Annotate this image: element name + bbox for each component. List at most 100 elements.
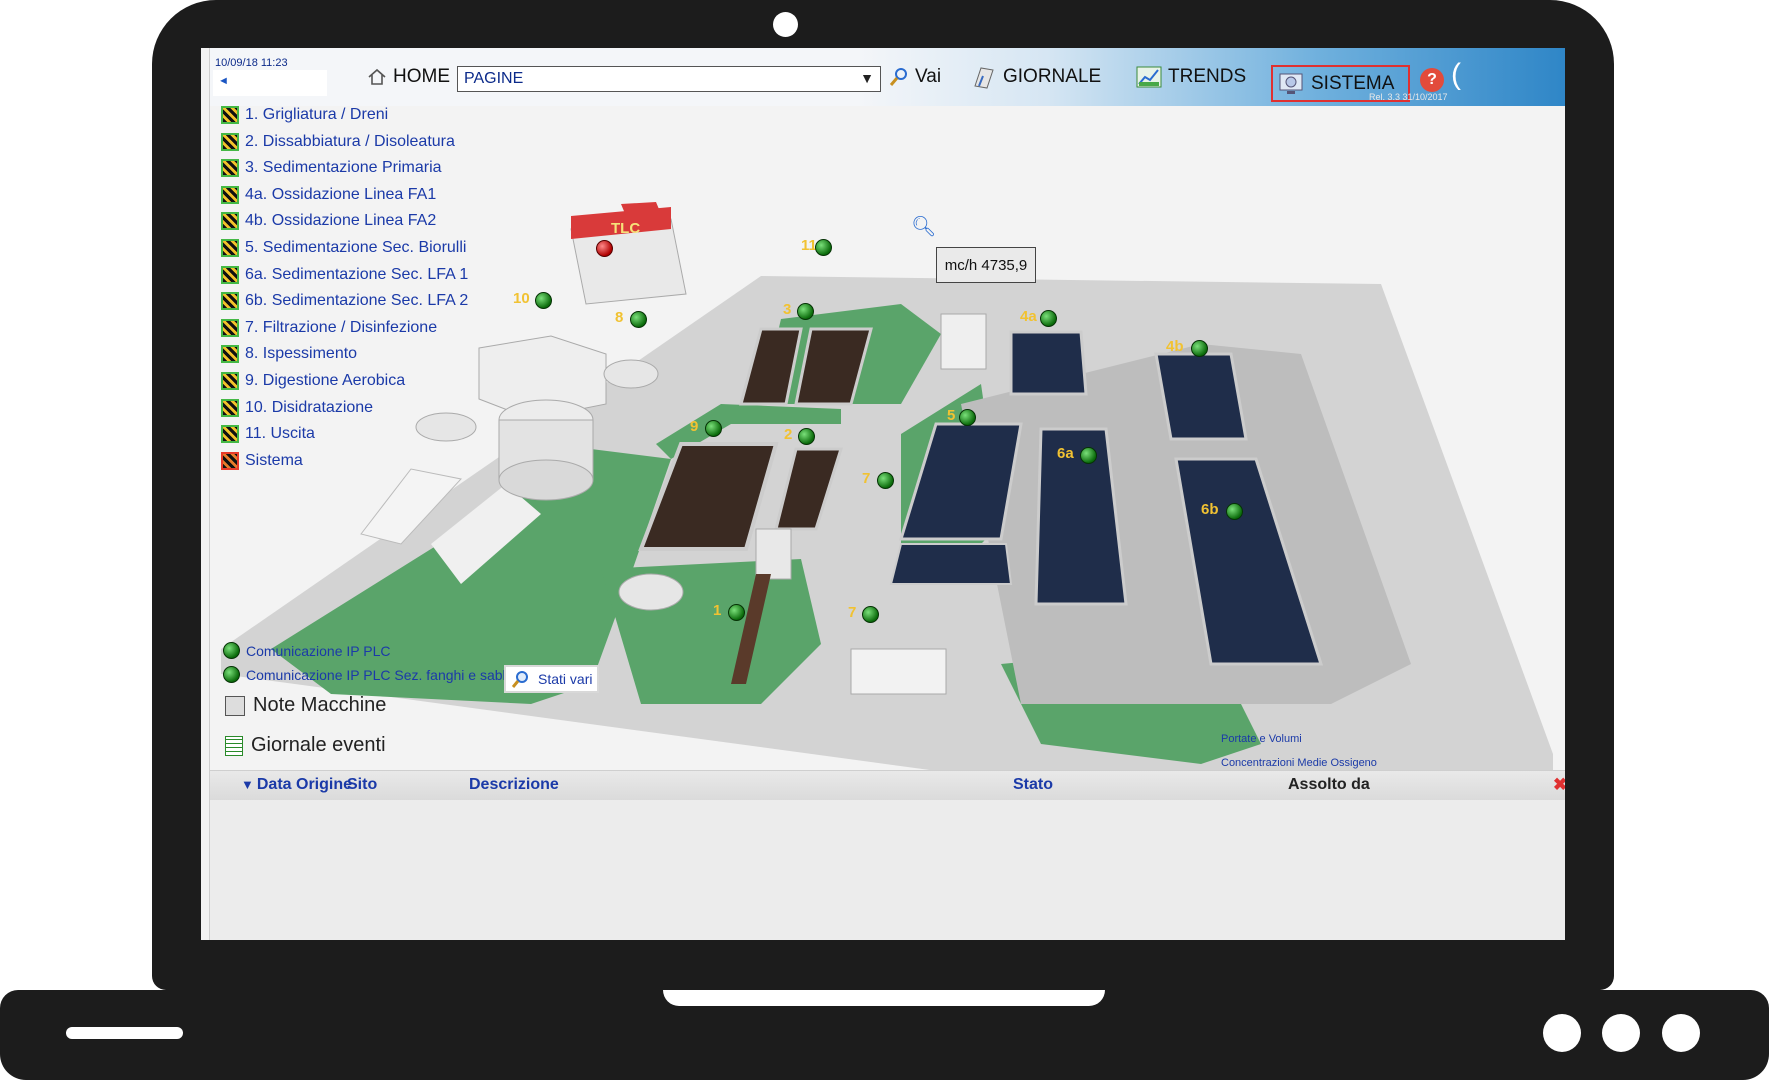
building bbox=[940, 313, 987, 370]
legend-plc-label: Comunicazione IP PLC bbox=[246, 642, 391, 659]
events-table-body bbox=[201, 800, 1565, 940]
magnifier-icon[interactable]: 🔍︎ bbox=[911, 214, 936, 239]
status-dot bbox=[797, 303, 814, 320]
status-hazard-icon bbox=[221, 159, 239, 178]
column-header-assolto-da[interactable]: Assolto da bbox=[1288, 776, 1370, 794]
status-dot bbox=[1040, 310, 1057, 327]
status-hazard-icon bbox=[221, 185, 239, 204]
event-log-icon bbox=[225, 735, 243, 756]
column-header-descrizione[interactable]: Descrizione bbox=[469, 776, 559, 794]
menu-item[interactable]: 9. Digestione Aerobica bbox=[221, 370, 405, 392]
close-icon[interactable]: ✖ bbox=[1553, 775, 1565, 795]
flow-readout: mc/h 4735,9 bbox=[936, 247, 1036, 283]
status-dot bbox=[877, 472, 894, 489]
menu-item[interactable]: 6b. Sedimentazione Sec. LFA 2 bbox=[221, 290, 468, 312]
menu-item[interactable]: 2. Dissabbiatura / Disoleatura bbox=[221, 131, 455, 153]
station-marker-label[interactable]: 5 bbox=[947, 407, 955, 424]
status-hazard-icon bbox=[221, 398, 239, 417]
giornale-button[interactable]: GIORNALE bbox=[971, 48, 1101, 106]
note-macchine-link[interactable]: Note Macchine bbox=[225, 694, 386, 717]
status-hazard-icon bbox=[221, 372, 239, 390]
back-arrow-icon: ◄ bbox=[218, 75, 229, 87]
column-header-sito[interactable]: Sito bbox=[347, 776, 377, 794]
menu-item[interactable]: 11. Uscita bbox=[221, 423, 315, 445]
menu-item[interactable]: Sistema bbox=[221, 450, 303, 472]
status-dot bbox=[223, 666, 240, 683]
trend-chart-icon bbox=[1136, 66, 1162, 88]
station-marker-label[interactable]: 4b bbox=[1166, 338, 1184, 355]
station-marker-label[interactable]: 9 bbox=[690, 418, 698, 435]
legend-plc-fanghi-label: Comunicazione IP PLC Sez. fanghi e sabbi… bbox=[246, 666, 522, 683]
menu-item[interactable]: 1. Grigliatura / Dreni bbox=[221, 104, 388, 126]
station-marker-label[interactable]: 6b bbox=[1201, 501, 1219, 518]
menu-item[interactable]: 10. Disidratazione bbox=[221, 397, 373, 419]
menu-item-label: Sistema bbox=[245, 451, 303, 469]
back-button[interactable]: ◄ bbox=[213, 70, 327, 96]
help-icon[interactable]: ? bbox=[1420, 68, 1444, 92]
station-marker-label[interactable]: 3 bbox=[783, 301, 791, 318]
pages-select[interactable]: PAGINE ▼ bbox=[457, 66, 881, 92]
station-marker-label[interactable]: 7 bbox=[862, 470, 870, 487]
status-hazard-icon bbox=[221, 425, 239, 444]
menu-item-label: 7. Filtrazione / Disinfezione bbox=[245, 318, 438, 336]
vai-button[interactable]: Vai bbox=[889, 48, 941, 106]
station-marker-label[interactable]: 7 bbox=[848, 604, 856, 621]
refresh-icon[interactable]: ( bbox=[1451, 58, 1461, 92]
menu-item[interactable]: 4a. Ossidazione Linea FA1 bbox=[221, 184, 436, 206]
trends-button[interactable]: TRENDS bbox=[1136, 48, 1246, 106]
status-dot bbox=[798, 428, 815, 445]
status-hazard-icon bbox=[221, 451, 239, 470]
system-monitor-icon bbox=[1279, 73, 1303, 94]
giornale-eventi-label: Giornale eventi bbox=[251, 734, 386, 756]
status-dot bbox=[728, 604, 745, 621]
home-icon bbox=[368, 68, 386, 85]
tank-round bbox=[415, 412, 477, 442]
chevron-down-icon: ▼ bbox=[860, 70, 874, 86]
status-dot bbox=[1226, 503, 1243, 520]
station-marker-label[interactable]: 10 bbox=[513, 290, 530, 307]
station-marker-label[interactable]: 4a bbox=[1020, 308, 1037, 325]
water-basin bbox=[889, 543, 1013, 585]
status-dot bbox=[1191, 340, 1208, 357]
magnifier-icon bbox=[512, 671, 528, 688]
status-hazard-icon bbox=[221, 132, 239, 151]
station-marker-label[interactable]: 6a bbox=[1057, 445, 1074, 462]
status-hazard-icon bbox=[221, 292, 239, 311]
trends-label: TRENDS bbox=[1168, 66, 1247, 87]
stati-vari-button[interactable]: Stati vari bbox=[504, 665, 599, 693]
camera-icon bbox=[773, 12, 798, 37]
menu-item[interactable]: 3. Sedimentazione Primaria bbox=[221, 157, 442, 179]
status-dot bbox=[1080, 447, 1097, 464]
indicator-light bbox=[1543, 1014, 1581, 1052]
portate-link[interactable]: Portate e Volumi bbox=[1221, 733, 1302, 745]
menu-item[interactable]: 8. Ispessimento bbox=[221, 343, 357, 365]
giornale-eventi-link[interactable]: Giornale eventi bbox=[225, 734, 386, 757]
building bbox=[755, 528, 792, 580]
menu-item[interactable]: 6a. Sedimentazione Sec. LFA 1 bbox=[221, 264, 468, 286]
station-marker-label[interactable]: 8 bbox=[615, 309, 623, 326]
station-marker-label[interactable]: 1 bbox=[713, 602, 721, 619]
menu-item-label: 4b. Ossidazione Linea FA2 bbox=[245, 212, 437, 230]
menu-item-label: 8. Ispessimento bbox=[245, 345, 358, 363]
menu-item[interactable]: 5. Sedimentazione Sec. Biorulli bbox=[221, 237, 466, 259]
note-macchine-label: Note Macchine bbox=[253, 694, 387, 716]
menu-item[interactable]: 7. Filtrazione / Disinfezione bbox=[221, 317, 437, 339]
legend-plc-fanghi: Comunicazione IP PLC Sez. fanghi e sabbi… bbox=[223, 666, 521, 683]
menu-item-label: 4a. Ossidazione Linea FA1 bbox=[245, 185, 437, 203]
status-hazard-icon bbox=[221, 106, 239, 124]
column-header-stato[interactable]: Stato bbox=[1013, 776, 1053, 794]
alarm-dot bbox=[596, 240, 613, 257]
column-header-data-origine[interactable]: ▼ Data Origine bbox=[241, 776, 352, 794]
ossigeno-link[interactable]: Concentrazioni Medie Ossigeno bbox=[1221, 757, 1377, 769]
menu-item-label: 3. Sedimentazione Primaria bbox=[245, 159, 442, 177]
laptop-slot bbox=[66, 1027, 183, 1039]
menu-item[interactable]: 4b. Ossidazione Linea FA2 bbox=[221, 210, 436, 232]
building bbox=[850, 648, 947, 695]
home-button[interactable]: HOME bbox=[367, 48, 450, 106]
station-marker-label[interactable]: 2 bbox=[784, 426, 792, 443]
status-hazard-icon bbox=[221, 318, 239, 337]
tank-round bbox=[603, 359, 659, 389]
tank-round bbox=[618, 573, 684, 611]
plant-map: TLC 11 10 8 3 9 2 1 7 7 5 4a 4b 6a 6b 🔍︎… bbox=[201, 104, 1565, 804]
status-dot bbox=[862, 606, 879, 623]
